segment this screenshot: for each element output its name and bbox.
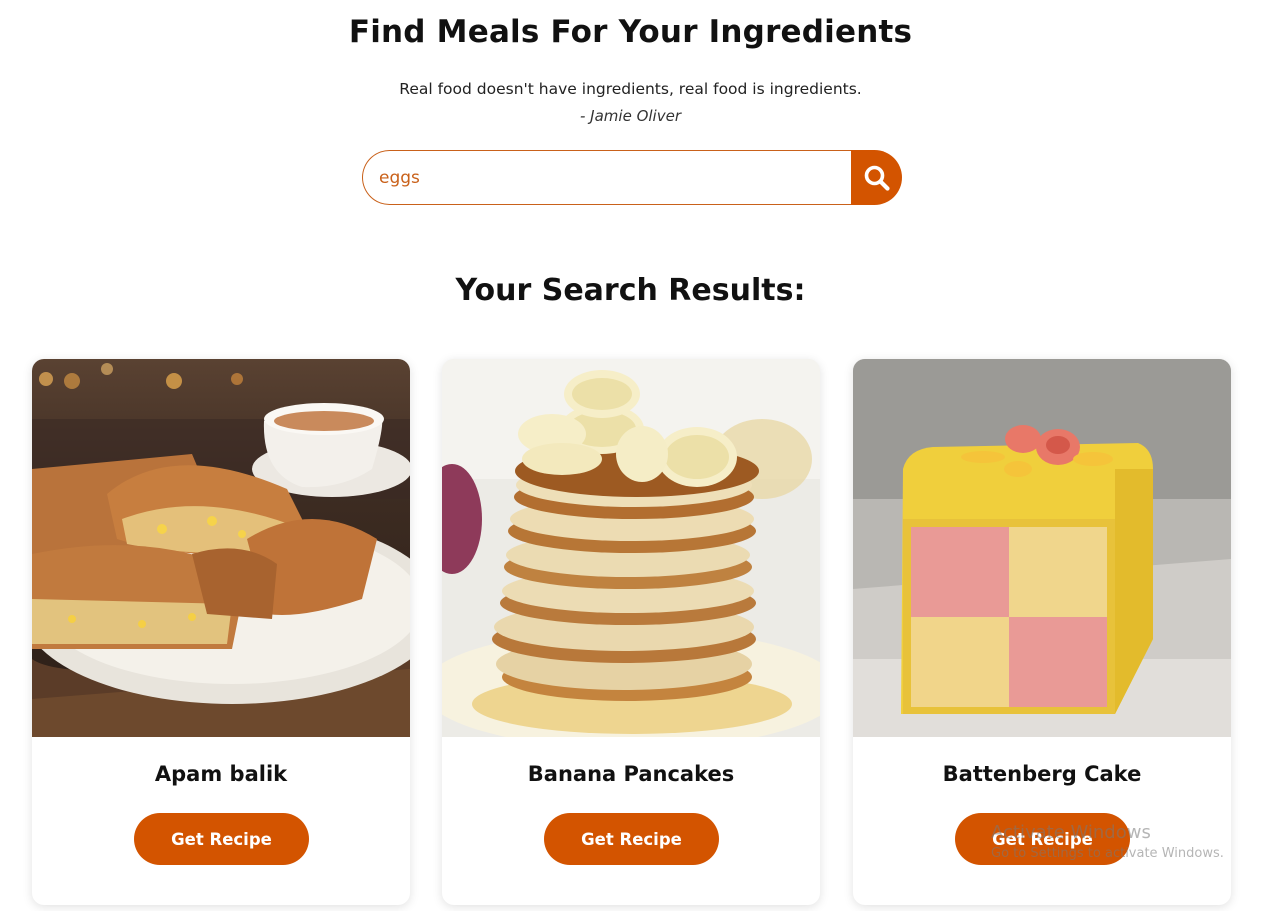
search-button[interactable] bbox=[851, 150, 902, 205]
apam-balik-photo bbox=[32, 359, 410, 737]
search-input[interactable] bbox=[362, 150, 852, 205]
page: Find Meals For Your Ingredients Real foo… bbox=[0, 0, 1261, 911]
recipe-card: Apam balik Get Recipe bbox=[32, 359, 410, 905]
search-bar bbox=[362, 150, 902, 205]
recipe-name: Apam balik bbox=[154, 762, 288, 786]
battenberg-cake-photo bbox=[853, 359, 1231, 737]
recipe-name: Battenberg Cake bbox=[942, 762, 1142, 786]
get-recipe-button[interactable]: Get Recipe bbox=[544, 813, 719, 865]
quote-author: - Jamie Oliver bbox=[580, 107, 681, 125]
search-icon bbox=[864, 165, 890, 191]
get-recipe-button[interactable]: Get Recipe bbox=[955, 813, 1130, 865]
quote-text: Real food doesn't have ingredients, real… bbox=[399, 80, 862, 98]
recipe-name: Banana Pancakes bbox=[527, 762, 735, 786]
results-heading: Your Search Results: bbox=[455, 273, 806, 308]
banana-pancakes-photo bbox=[442, 359, 820, 737]
page-title: Find Meals For Your Ingredients bbox=[348, 14, 913, 50]
recipe-card: Battenberg Cake Get Recipe bbox=[853, 359, 1231, 905]
recipe-card: Banana Pancakes Get Recipe bbox=[442, 359, 820, 905]
get-recipe-button[interactable]: Get Recipe bbox=[134, 813, 309, 865]
